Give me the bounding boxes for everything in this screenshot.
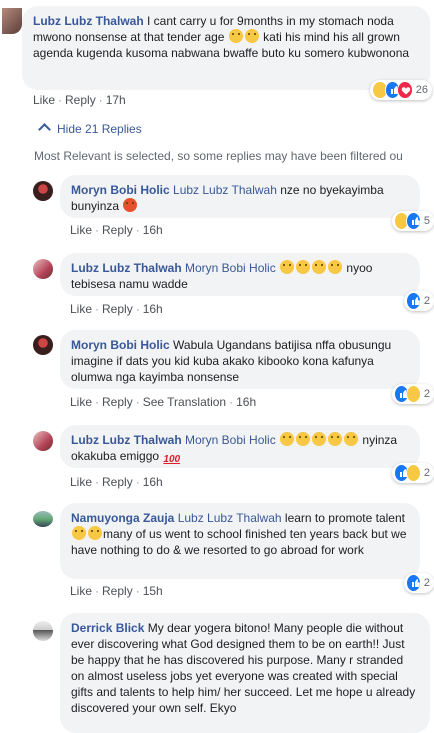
grin-emoji-icon (312, 432, 327, 446)
reply-link[interactable]: Reply (65, 93, 96, 107)
grin-emoji-icon (296, 260, 311, 274)
reaction-count: 26 (415, 84, 428, 96)
reaction-summary[interactable]: 2 (392, 463, 434, 483)
grin-emoji-icon (328, 260, 343, 274)
haha-reaction-icon (405, 464, 421, 482)
grin-emoji-icon (344, 432, 359, 446)
mention-link[interactable]: Lubz Lubz Thalwah (173, 183, 277, 197)
reply-author[interactable]: Namuyonga Zauja (71, 511, 174, 525)
grin-emoji-icon (280, 432, 295, 446)
reply-actions: Like · Reply · 16h (70, 223, 163, 237)
reply-bubble: Moryn Bobi Holic Wabula Ugandans batijis… (60, 330, 420, 389)
comment-actions: Like · Reply · 17h (33, 93, 126, 107)
reply-author[interactable]: Moryn Bobi Holic (71, 338, 170, 352)
reply-author[interactable]: Lubz Lubz Thalwah (71, 433, 182, 447)
grin-emoji-icon (280, 260, 295, 274)
timestamp[interactable]: 16h (143, 223, 163, 237)
wink-emoji-icon (72, 526, 86, 540)
reply-actions: Like · Reply · 15h (70, 584, 163, 598)
reply-link[interactable]: Reply (102, 223, 133, 237)
love-reaction-icon (397, 81, 413, 99)
reply-author[interactable]: Moryn Bobi Holic (71, 183, 170, 197)
mention-link[interactable]: Moryn Bobi Holic (185, 261, 276, 275)
reply-actions: Like · Reply · 16h (70, 475, 163, 489)
angry-emoji-icon (123, 198, 138, 212)
timestamp[interactable]: 16h (236, 395, 256, 409)
reply-link[interactable]: Reply (102, 302, 133, 316)
reaction-summary[interactable]: 2 (404, 573, 434, 593)
reply-text: learn to promote talent (284, 511, 405, 525)
reaction-summary[interactable]: 5 (392, 211, 434, 231)
avatar[interactable] (33, 181, 53, 201)
avatar[interactable] (33, 259, 53, 279)
hide-replies-link[interactable]: Hide 21 Replies (38, 122, 142, 136)
reply-bubble: Moryn Bobi Holic Lubz Lubz Thalwah nze n… (60, 175, 420, 218)
reply-bubble: Lubz Lubz Thalwah Moryn Bobi Holic nyoo … (60, 253, 420, 296)
reaction-summary[interactable]: 2 (404, 291, 434, 311)
reply-text-continued: many of us went to school finished ten y… (71, 527, 407, 557)
haha-reaction-icon (405, 385, 421, 403)
like-link[interactable]: Like (70, 475, 92, 489)
reply-bubble: Namuyonga Zauja Lubz Lubz Thalwah learn … (60, 503, 420, 579)
wink-emoji-icon (88, 526, 102, 540)
filter-note: Most Relevant is selected, so some repli… (34, 149, 403, 163)
reply-actions: Like · Reply · 16h (70, 302, 163, 316)
reaction-count: 2 (423, 467, 430, 479)
timestamp[interactable]: 17h (106, 93, 126, 107)
mention-link[interactable]: Lubz Lubz Thalwah (178, 511, 282, 525)
reaction-summary[interactable]: 2 (392, 384, 434, 404)
like-link[interactable]: Like (70, 223, 92, 237)
hundred-emoji-icon: 100 (163, 454, 181, 465)
thinking-emoji-icon (228, 29, 243, 43)
like-reaction-icon (406, 574, 421, 592)
reaction-count: 5 (423, 215, 430, 227)
reaction-count: 2 (423, 577, 430, 589)
comment-author[interactable]: Lubz Lubz Thalwah (33, 14, 144, 28)
see-translation-link[interactable]: See Translation (143, 395, 226, 409)
reaction-summary[interactable]: 26 (370, 80, 432, 100)
reply-link[interactable]: Reply (102, 395, 133, 409)
avatar[interactable] (33, 511, 53, 527)
grin-emoji-icon (328, 432, 343, 446)
avatar[interactable] (33, 621, 53, 641)
reply-link[interactable]: Reply (102, 475, 133, 489)
reply-actions: Like · Reply · See Translation · 16h (70, 395, 257, 409)
reaction-count: 2 (423, 295, 430, 307)
like-link[interactable]: Like (70, 302, 92, 316)
reply-author[interactable]: Derrick Blick (71, 621, 144, 635)
timestamp[interactable]: 15h (143, 584, 163, 598)
reply-bubble: Derrick Blick My dear yogera bitono! Man… (60, 613, 430, 733)
avatar[interactable] (2, 8, 22, 34)
reply-author[interactable]: Lubz Lubz Thalwah (71, 261, 182, 275)
grin-emoji-icon (312, 260, 327, 274)
timestamp[interactable]: 16h (143, 302, 163, 316)
avatar[interactable] (33, 431, 53, 451)
reply-link[interactable]: Reply (102, 584, 133, 598)
like-link[interactable]: Like (70, 395, 92, 409)
mention-link[interactable]: Moryn Bobi Holic (185, 433, 276, 447)
like-link[interactable]: Like (70, 584, 92, 598)
reply-bubble: Lubz Lubz Thalwah Moryn Bobi Holic nyinz… (60, 425, 420, 468)
reaction-count: 2 (423, 388, 430, 400)
grin-emoji-icon (296, 432, 311, 446)
hide-replies-label: Hide 21 Replies (57, 122, 142, 136)
avatar[interactable] (33, 335, 53, 355)
chevron-up-icon (38, 123, 51, 136)
like-reaction-icon (406, 292, 421, 310)
confused-emoji-icon (244, 29, 259, 43)
timestamp[interactable]: 16h (143, 475, 163, 489)
reply-text: My dear yogera bitono! Many people die w… (71, 621, 416, 715)
like-link[interactable]: Like (33, 93, 55, 107)
like-reaction-icon (405, 212, 421, 230)
top-comment-bubble: Lubz Lubz Thalwah I cant carry u for 9mo… (22, 6, 430, 90)
